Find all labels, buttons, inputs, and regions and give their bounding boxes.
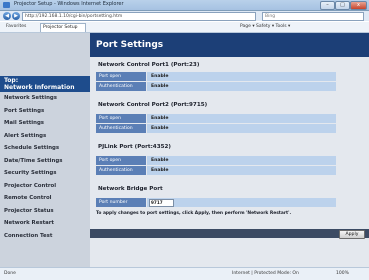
favorites-bar: Favorites Projector Setup Page ▾ Safety … — [0, 22, 369, 33]
window-titlebar: Projector Setup - Windows Internet Explo… — [0, 0, 369, 11]
sidebar-item-remote-control[interactable]: Remote Control — [0, 192, 90, 205]
sidebar-item-alert-settings[interactable]: Alert Settings — [0, 130, 90, 143]
apply-note: To apply changes to port settings, click… — [96, 211, 292, 216]
port-open-row: Port open Enable — [96, 114, 336, 123]
apply-button[interactable]: Apply — [339, 230, 365, 239]
section-title: Network Control Port2 (Port:9715) — [98, 102, 208, 108]
sidebar-item-projector-status[interactable]: Projector Status — [0, 205, 90, 218]
port-open-row: Port open Enable — [96, 156, 336, 165]
status-bar: Done Internet | Protected Mode: On 100% — [0, 267, 369, 280]
security-zone: Internet | Protected Mode: On — [232, 271, 299, 276]
back-icon[interactable]: ◀ — [3, 12, 11, 20]
search-input[interactable]: Bing — [262, 12, 364, 21]
row-label: Port open — [96, 72, 146, 81]
sidebar-item-schedule-settings[interactable]: Schedule Settings — [0, 142, 90, 155]
browser-tab[interactable]: Projector Setup — [40, 23, 86, 32]
row-label: Authentication — [96, 124, 146, 133]
sidebar-item-security-settings[interactable]: Security Settings — [0, 167, 90, 180]
browser-icon — [3, 2, 10, 8]
row-label: Authentication — [96, 166, 146, 175]
port-open-row: Port open Enable — [96, 72, 336, 81]
sidebar-logo-area — [0, 33, 90, 76]
url-input[interactable]: http://192.168.1.10/cgi-bin/portsetting.… — [22, 12, 256, 21]
row-label: Port open — [96, 156, 146, 165]
authentication-row: Authentication Enable — [96, 166, 336, 175]
maximize-button[interactable]: □ — [335, 1, 350, 10]
authentication-value[interactable]: Enable — [147, 82, 336, 91]
page-title: Port Settings — [90, 33, 369, 57]
port-number-row: Port number 9717 — [96, 198, 336, 207]
section-title: PJLink Port (Port:4352) — [98, 144, 171, 150]
port-open-value[interactable]: Enable — [147, 72, 336, 81]
row-label: Authentication — [96, 82, 146, 91]
authentication-value[interactable]: Enable — [147, 124, 336, 133]
section-title: Network Control Port1 (Port:23) — [98, 62, 200, 68]
sidebar-item-network-settings[interactable]: Network Settings — [0, 92, 90, 105]
footer-bar — [90, 229, 369, 238]
sidebar-item-date-time-settings[interactable]: Date/Time Settings — [0, 155, 90, 168]
authentication-row: Authentication Enable — [96, 124, 336, 133]
section-title: Network Bridge Port — [98, 186, 163, 192]
sidebar-item-mail-settings[interactable]: Mail Settings — [0, 117, 90, 130]
row-label: Port number — [96, 198, 146, 207]
window-title: Projector Setup - Windows Internet Explo… — [14, 1, 124, 7]
status-text: Done — [4, 271, 16, 276]
port-open-value[interactable]: Enable — [147, 114, 336, 123]
sidebar-item-port-settings[interactable]: Port Settings — [0, 105, 90, 118]
port-open-value[interactable]: Enable — [147, 156, 336, 165]
authentication-value[interactable]: Enable — [147, 166, 336, 175]
favorites-button[interactable]: Favorites — [6, 24, 26, 29]
sidebar-item-projector-control[interactable]: Projector Control — [0, 180, 90, 193]
port-number-cell: 9717 — [147, 198, 336, 207]
command-bar[interactable]: Page ▾ Safety ▾ Tools ▾ — [240, 24, 290, 29]
row-label: Port open — [96, 114, 146, 123]
zoom-level[interactable]: 100% — [336, 271, 349, 276]
port-number-input[interactable]: 9717 — [149, 199, 174, 207]
sidebar-header[interactable]: Top: Network Information — [0, 76, 90, 92]
forward-icon[interactable]: ▶ — [12, 12, 20, 20]
sidebar-item-connection-test[interactable]: Connection Test — [0, 230, 90, 243]
minimize-button[interactable]: – — [320, 1, 335, 10]
close-button[interactable]: x — [350, 1, 367, 10]
sidebar-item-network-restart[interactable]: Network Restart — [0, 217, 90, 230]
authentication-row: Authentication Enable — [96, 82, 336, 91]
